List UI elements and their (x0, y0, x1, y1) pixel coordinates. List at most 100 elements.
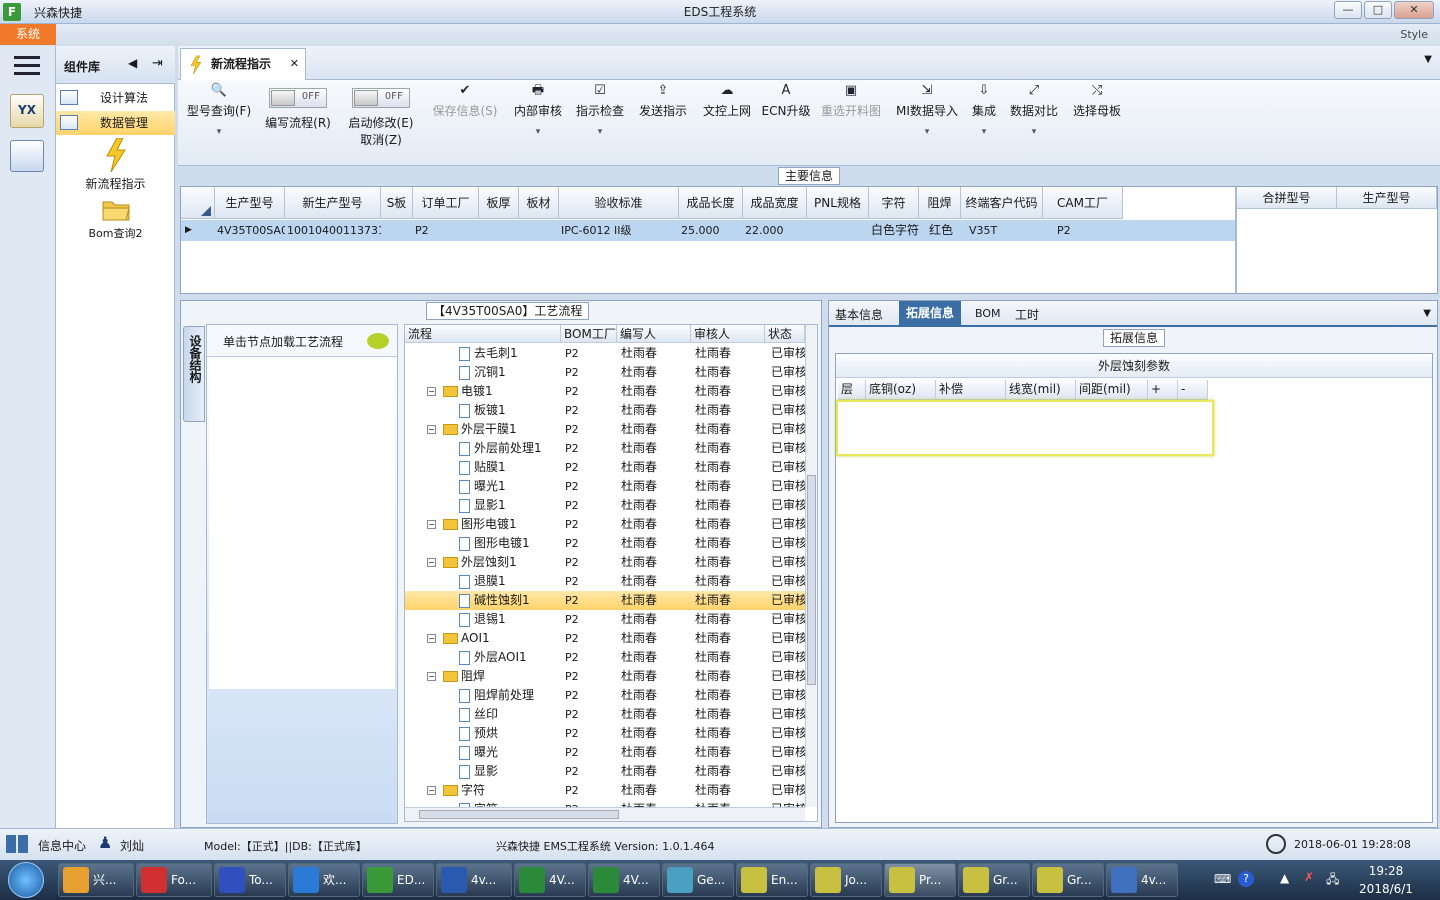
tab-bom[interactable]: BOM (975, 307, 1001, 320)
column-header[interactable]: 间距(mil) (1076, 380, 1148, 400)
column-header[interactable]: 补偿 (936, 380, 1006, 400)
tree-row[interactable]: 退膜1 P2 杜雨春 杜雨春 已审核 (405, 572, 805, 591)
column-header[interactable]: 成品长度 (679, 187, 743, 219)
chevron-down-icon[interactable]: ▾ (966, 127, 1002, 137)
column-header[interactable]: 层 (838, 380, 866, 400)
tree-row[interactable]: − 电镀1 P2 杜雨春 杜雨春 已审核 (405, 382, 805, 401)
table-cell[interactable]: 4V35T00SA0 (217, 220, 285, 241)
expand-toggle-icon[interactable]: − (427, 672, 436, 681)
column-header[interactable]: 订单工厂 (413, 187, 479, 219)
table-cell[interactable]: 10010400113731 (287, 220, 381, 241)
tree-row[interactable]: 阻焊前处理 P2 杜雨春 杜雨春 已审核 (405, 686, 805, 705)
column-header[interactable]: 验收标准 (559, 187, 679, 219)
column-header[interactable]: 线宽(mil) (1006, 380, 1076, 400)
column-header[interactable]: 生产型号 (1337, 187, 1437, 209)
close-tab-icon[interactable]: ✕ (290, 49, 299, 79)
tab-basic-info[interactable]: 基本信息 (835, 306, 883, 323)
library-item-design-algorithm[interactable]: 设计算法 (56, 86, 175, 110)
tree-row[interactable]: 贴膜1 P2 杜雨春 杜雨春 已审核 (405, 458, 805, 477)
table-cell[interactable]: P2 (415, 220, 479, 241)
integration-button[interactable]: ⇩ 集成 ▾ (966, 80, 1002, 166)
tree-row[interactable]: 沉铜1 P2 杜雨春 杜雨春 已审核 (405, 363, 805, 382)
taskbar-app-button[interactable]: 欢... (288, 863, 360, 897)
remove-row-button[interactable]: - (1178, 380, 1208, 400)
equipment-list[interactable] (209, 359, 395, 689)
etching-params-rows[interactable] (836, 400, 1214, 456)
tab-work-hours[interactable]: 工时 (1015, 306, 1039, 323)
expand-toggle-icon[interactable]: − (427, 387, 436, 396)
column-header[interactable]: 阻焊 (919, 187, 961, 219)
select-mother-board-button[interactable]: ⤭ 选择母板 (1070, 80, 1124, 166)
write-process-toggle[interactable]: OFF 编写流程(R) (260, 80, 336, 166)
doc-control-online-button[interactable]: ☁ 文控上网 (698, 80, 756, 166)
column-header[interactable]: 生产型号 (215, 187, 285, 219)
app-new-process[interactable]: 新流程指示 (56, 137, 175, 192)
taskbar-app-button[interactable]: En... (736, 863, 808, 897)
column-header[interactable]: 新生产型号 (285, 187, 381, 219)
keyboard-icon[interactable]: ⌨ (1214, 872, 1231, 886)
chevron-down-icon[interactable]: ▾ (510, 127, 566, 137)
table-cell[interactable]: P2 (1057, 220, 1117, 241)
cancel-modify-button[interactable]: 取消(Z) (342, 131, 420, 148)
tree-row[interactable]: − AOI1 P2 杜雨春 杜雨春 已审核 (405, 629, 805, 648)
add-row-button[interactable]: + (1148, 380, 1178, 400)
taskbar-app-button[interactable]: Gr... (1032, 863, 1104, 897)
tree-row[interactable]: 外层前处理1 P2 杜雨春 杜雨春 已审核 (405, 439, 805, 458)
chevron-down-icon[interactable]: ▾ (892, 127, 962, 137)
start-modify-toggle[interactable]: OFF 启动修改(E) 取消(Z) (342, 80, 420, 166)
tree-row[interactable]: 板镀1 P2 杜雨春 杜雨春 已审核 (405, 401, 805, 420)
collapse-left-icon[interactable]: ◀ (128, 56, 137, 70)
tree-row[interactable]: 退锡1 P2 杜雨春 杜雨春 已审核 (405, 610, 805, 629)
yx-app-icon[interactable]: YX (10, 94, 44, 128)
tree-row[interactable]: 丝印 P2 杜雨春 杜雨春 已审核 (405, 705, 805, 724)
column-header[interactable]: 编写人 (617, 325, 691, 343)
data-compare-button[interactable]: ⤢ 数据对比 ▾ (1008, 80, 1060, 166)
column-header[interactable]: PNL规格 (807, 187, 869, 219)
help-icon[interactable]: ? (1238, 871, 1254, 887)
table-cell[interactable]: 22.000 (745, 220, 807, 241)
pin-icon[interactable]: ⇥ (152, 56, 163, 71)
style-menu[interactable]: Style (1400, 28, 1428, 41)
system-menu[interactable]: 系统 (0, 24, 56, 45)
tab-menu-chevron-icon[interactable]: ▼ (1424, 54, 1432, 65)
chevron-down-icon[interactable]: ▾ (1008, 127, 1060, 137)
app-bom-query[interactable]: Bom查询2 (56, 196, 175, 241)
tray-app-icon[interactable]: ✗ (1304, 870, 1314, 884)
minimize-button[interactable]: — (1334, 1, 1362, 19)
start-button[interactable] (8, 862, 44, 898)
taskbar-app-button[interactable]: 4v... (1106, 863, 1178, 897)
tree-row[interactable]: − 外层蚀刻1 P2 杜雨春 杜雨春 已审核 (405, 553, 805, 572)
expand-toggle-icon[interactable]: − (427, 634, 436, 643)
tree-row[interactable]: − 外层干膜1 P2 杜雨春 杜雨春 已审核 (405, 420, 805, 439)
hamburger-icon[interactable] (14, 56, 40, 76)
off-switch[interactable]: OFF (352, 88, 410, 108)
column-header[interactable]: 字符 (869, 187, 919, 219)
reselect-cutting-map-button[interactable]: ▣ 重选开料图 (818, 80, 884, 166)
library-item-data-management[interactable]: 数据管理 (56, 111, 175, 135)
close-button[interactable]: ✕ (1394, 1, 1434, 19)
taskbar-app-button[interactable]: 4V... (588, 863, 660, 897)
column-header[interactable]: CAM工厂 (1043, 187, 1123, 219)
chevron-down-icon[interactable]: ▾ (572, 127, 628, 137)
tree-row[interactable]: 去毛刺1 P2 杜雨春 杜雨春 已审核 (405, 344, 805, 363)
taskbar-app-button[interactable]: 4V... (514, 863, 586, 897)
tree-row[interactable]: 图形电镀1 P2 杜雨春 杜雨春 已审核 (405, 534, 805, 553)
tree-row[interactable]: 外层AOI1 P2 杜雨春 杜雨春 已审核 (405, 648, 805, 667)
taskbar-app-button[interactable]: To... (214, 863, 286, 897)
chevron-down-icon[interactable]: ▼ (1423, 308, 1431, 319)
network-icon[interactable]: 🖧 (1326, 870, 1339, 891)
column-header[interactable]: 合拼型号 (1237, 187, 1337, 209)
taskbar-app-button[interactable]: Fo... (136, 863, 212, 897)
chevron-down-icon[interactable]: ▾ (182, 127, 256, 137)
taskbar-app-button[interactable]: Pr... (884, 863, 956, 897)
maximize-button[interactable]: □ (1364, 1, 1392, 19)
column-header[interactable]: 终端客户代码 (961, 187, 1043, 219)
horizontal-scrollbar[interactable] (405, 807, 805, 821)
table-cell[interactable]: 25.000 (681, 220, 743, 241)
expand-toggle-icon[interactable]: − (427, 425, 436, 434)
tree-row[interactable]: 显影 P2 杜雨春 杜雨春 已审核 (405, 762, 805, 781)
tab-extended-info[interactable]: 拓展信息 (899, 301, 962, 325)
instruction-check-button[interactable]: ☑ 指示检查 ▾ (572, 80, 628, 166)
internal-review-button[interactable]: 🖶 内部审核 ▾ (510, 80, 566, 166)
taskbar-app-button[interactable]: 兴... (58, 863, 134, 897)
